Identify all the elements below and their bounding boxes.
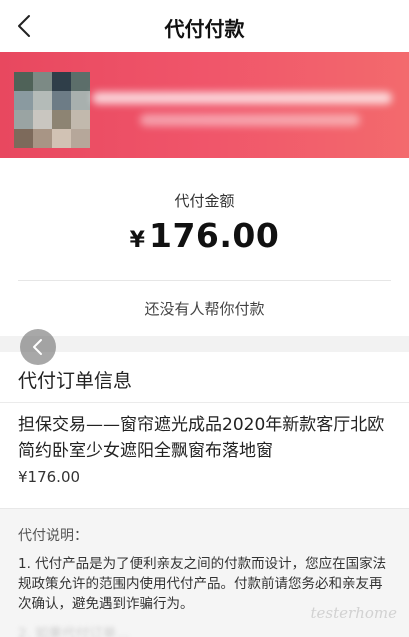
avatar-pixel	[14, 110, 33, 129]
amount-number: 176.00	[148, 216, 280, 255]
divider	[0, 402, 409, 403]
product-price: ¥176.00	[18, 468, 81, 486]
avatar-pixel	[33, 129, 52, 148]
currency-symbol: ¥	[129, 228, 145, 253]
avatar-pixel	[33, 72, 52, 91]
avatar-pixel	[14, 72, 33, 91]
requester-message-blurred	[140, 114, 360, 126]
page-title: 代付付款	[164, 17, 245, 41]
avatar-pixel	[52, 72, 71, 91]
avatar-pixel	[33, 91, 52, 110]
chevron-left-icon	[33, 339, 42, 355]
avatar-pixel	[71, 129, 90, 148]
payment-status: 还没有人帮你付款	[144, 300, 265, 318]
order-info-section: 代付订单信息 担保交易——窗帘遮光成品2020年新款客厅北欧简约卧室少女遮阳全飘…	[0, 352, 409, 508]
avatar-pixel	[71, 110, 90, 129]
amount-label: 代付金额	[174, 192, 235, 210]
avatar-pixel	[14, 91, 33, 110]
avatar-pixel	[52, 129, 71, 148]
watermark: testerhome	[310, 604, 397, 622]
payment-notes: 代付说明： 1. 代付产品是为了便利亲友之间的付款而设计，您应在国家法规政策允许…	[0, 508, 409, 637]
divider	[18, 280, 391, 281]
notes-item-2: 2. 如果代付订单…	[18, 626, 130, 637]
navbar: 代付付款	[0, 0, 409, 52]
avatar-pixel	[71, 72, 90, 91]
requester-name-blurred	[92, 92, 392, 104]
order-info-title: 代付订单信息	[18, 370, 133, 392]
avatar	[14, 72, 90, 148]
floating-back-button[interactable]	[20, 329, 56, 365]
avatar-pixel	[52, 110, 71, 129]
avatar-pixel	[52, 91, 71, 110]
product-name[interactable]: 担保交易——窗帘遮光成品2020年新款客厅北欧简约卧室少女遮阳全飘窗布落地窗	[18, 412, 393, 464]
avatar-pixel	[71, 91, 90, 110]
avatar-pixel	[14, 129, 33, 148]
requester-banner	[0, 52, 409, 158]
avatar-pixel	[33, 110, 52, 129]
amount-value: ¥176.00	[0, 216, 409, 255]
amount-card: 代付金额 ¥176.00 还没有人帮你付款	[0, 158, 409, 336]
notes-title: 代付说明：	[18, 528, 88, 544]
